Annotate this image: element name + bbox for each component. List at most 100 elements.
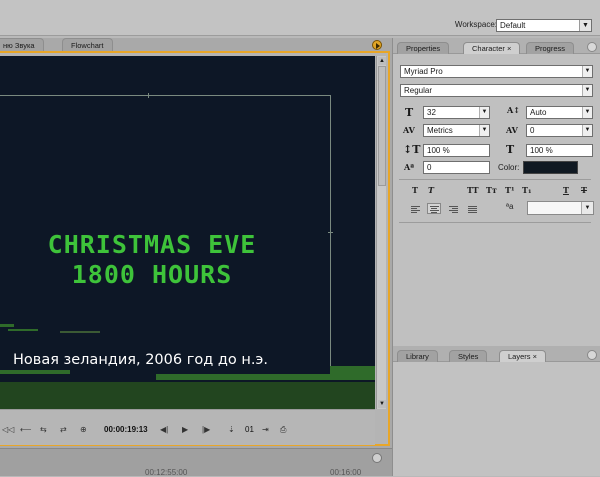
tab-properties-label: Properties [406, 44, 441, 53]
scenery-grass [8, 329, 38, 331]
layers-panel-tabs: Library Styles Layers × [393, 346, 600, 362]
faux-italic-button[interactable]: T [428, 185, 434, 195]
tab-styles[interactable]: Styles [449, 350, 488, 362]
tracking-field[interactable]: 0 ▼ [526, 124, 593, 137]
kerning-field[interactable]: Metrics ▼ [423, 124, 490, 137]
tab-flowchart[interactable]: Flowchart [62, 38, 113, 51]
scroll-thumb[interactable] [378, 66, 386, 186]
chevron-down-icon: ▼ [582, 125, 592, 136]
play-icon[interactable]: ▶ [182, 425, 188, 435]
align-left-icon[interactable] [408, 203, 422, 214]
character-panel-tabs: Properties Character × Progress [393, 38, 600, 54]
panel-menu-icon[interactable] [372, 453, 382, 463]
chevron-down-icon: ▼ [582, 66, 592, 77]
scenery-grass [60, 331, 100, 333]
chevron-down-icon: ▼ [582, 107, 592, 118]
tab-sound-label: ню Звука [3, 41, 35, 50]
trim-icon[interactable]: ⇆ [40, 425, 47, 435]
step-forward-icon[interactable]: |▶ [202, 425, 210, 435]
divider [399, 222, 591, 223]
small-caps-button[interactable]: Tт [486, 185, 497, 195]
leading-icon: A↕ [507, 105, 520, 115]
workspace-label: Workspace: [454, 20, 497, 29]
underline-button[interactable]: T [563, 185, 569, 195]
superscript-button[interactable]: T¹ [505, 185, 514, 195]
panel-menu-icon[interactable] [587, 42, 597, 52]
split-icon[interactable]: ⇄ [60, 425, 67, 435]
baseline-shift-field[interactable]: 0 [423, 161, 490, 174]
video-preview[interactable]: CHRISTMAS EVE 1800 HOURS Новая зеландия,… [0, 56, 375, 409]
chevron-down-icon: ▼ [479, 125, 489, 136]
scroll-up-icon[interactable]: ▲ [378, 57, 386, 65]
font-family-value: Myriad Pro [404, 67, 443, 76]
tracking-value: 0 [530, 126, 535, 135]
vertical-scale-field[interactable]: 100 % [423, 144, 490, 157]
mark-in-icon[interactable]: ⇣ [228, 425, 235, 435]
align-right-icon[interactable] [446, 203, 460, 214]
anti-alias-select[interactable]: ▼ [527, 201, 594, 215]
tab-flowchart-label: Flowchart [71, 41, 104, 50]
tab-library-label: Library [406, 352, 429, 361]
chevron-down-icon: ▼ [579, 20, 591, 31]
scenery-grass [0, 370, 70, 374]
faux-bold-button[interactable]: T [412, 185, 418, 195]
align-center-icon[interactable] [427, 203, 441, 214]
baseline-shift-value: 0 [427, 163, 432, 172]
tab-layers-label: Layers [508, 352, 531, 361]
layers-panel: Library Styles Layers × [392, 346, 600, 476]
all-caps-button[interactable]: TT [467, 185, 479, 195]
kerning-icon: AV [403, 125, 415, 135]
anti-alias-icon: ªa [506, 202, 514, 211]
safe-area-center-tick [148, 93, 149, 98]
tab-styles-label: Styles [458, 352, 479, 361]
transport-controls: ◁◁ ⟵ ⇆ ⇄ ⊕ 00:00:19:13 ◀| ▶ |▶ ⇣ 01 ⇥ ⎙ [0, 409, 375, 445]
font-style-select[interactable]: Regular ▼ [400, 84, 593, 97]
horizontal-scale-field[interactable]: 100 % [526, 144, 593, 157]
color-label: Color: [498, 163, 520, 172]
frame-count: 01 [245, 425, 254, 434]
timeline-strip: 00:12:55:00 00:16:00 [0, 448, 392, 477]
font-size-icon: T [405, 106, 414, 119]
chevron-down-icon: ▼ [479, 107, 489, 118]
panel-menu-icon[interactable] [372, 40, 382, 50]
tab-properties[interactable]: Properties [397, 42, 450, 54]
mark-out-icon[interactable]: ⇥ [262, 425, 269, 435]
vertical-scale-value: 100 % [427, 146, 450, 155]
horizontal-scale-value: 100 % [530, 146, 553, 155]
video-title-line2: 1800 HOURS [71, 260, 233, 289]
font-family-select[interactable]: Myriad Pro ▼ [400, 65, 593, 78]
vertical-scale-icon: ↕T [403, 143, 421, 156]
snapshot-icon[interactable]: ⊕ [80, 425, 87, 435]
tab-sound[interactable]: ню Звука [0, 38, 44, 51]
workspace-select[interactable]: Default ▼ [496, 19, 592, 32]
panel-menu-icon[interactable] [587, 350, 597, 360]
font-size-field[interactable]: 32 ▼ [423, 106, 490, 119]
export-frame-icon[interactable]: ⎙ [280, 425, 286, 435]
justify-icon[interactable] [465, 203, 479, 214]
font-size-value: 32 [427, 108, 436, 117]
add-marker-icon[interactable]: ⟵ [20, 425, 31, 435]
chevron-down-icon: ▼ [582, 85, 592, 96]
timecode-display[interactable]: 00:00:19:13 [104, 425, 148, 434]
tab-progress[interactable]: Progress [526, 42, 575, 54]
font-style-value: Regular [404, 86, 433, 95]
baseline-shift-icon: Aª [404, 162, 415, 172]
subscript-button[interactable]: T₁ [522, 185, 531, 195]
video-subtitle: Новая зеландия, 2006 год до н.э. [13, 352, 268, 368]
viewer-frame: CHRISTMAS EVE 1800 HOURS Новая зеландия,… [0, 51, 390, 446]
tab-character[interactable]: Character × [463, 42, 521, 54]
text-color-swatch[interactable] [523, 161, 578, 174]
step-back-icon[interactable]: ◀| [160, 425, 168, 435]
step-back-icon[interactable]: ◁◁ [2, 425, 14, 435]
horizontal-scale-icon: T [506, 143, 515, 156]
strikethrough-button[interactable]: T [581, 185, 587, 195]
tracking-icon: AV [506, 125, 518, 135]
viewer-scrollbar[interactable]: ▲ ▼ [376, 56, 386, 409]
leading-field[interactable]: Auto ▼ [526, 106, 593, 119]
safe-area-right-guide [330, 95, 331, 372]
scroll-down-icon[interactable]: ▼ [378, 400, 386, 408]
close-icon[interactable]: × [533, 352, 537, 361]
close-icon[interactable]: × [507, 44, 511, 53]
tab-layers[interactable]: Layers × [499, 350, 546, 362]
tab-library[interactable]: Library [397, 350, 438, 362]
